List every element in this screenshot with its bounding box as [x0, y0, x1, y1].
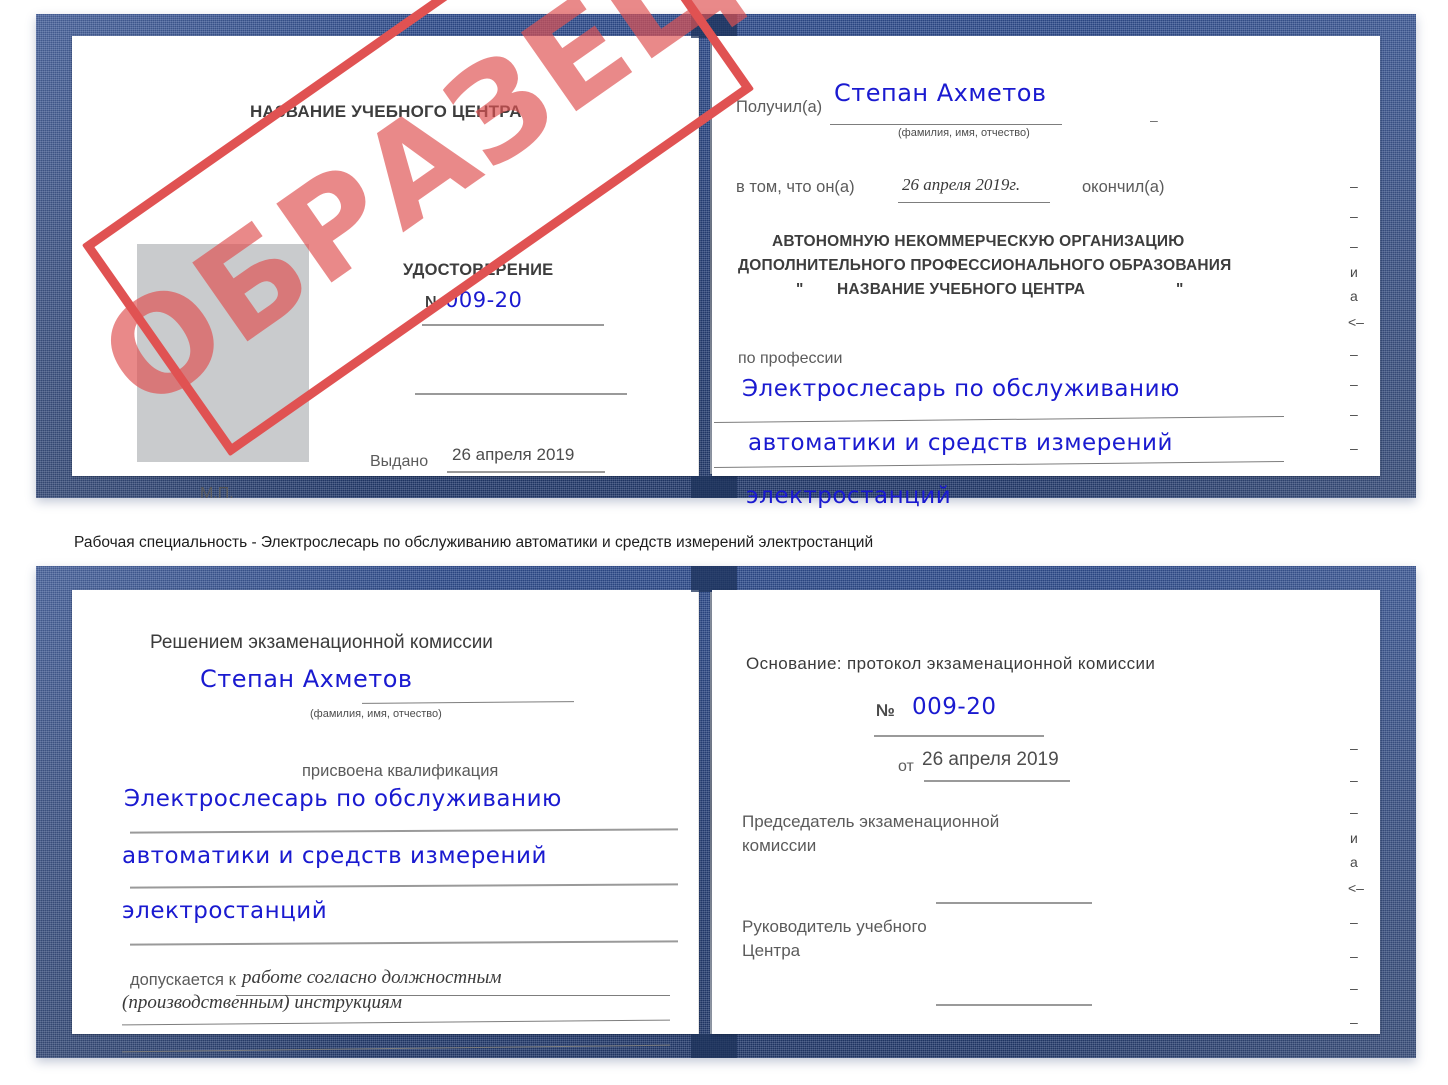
profession-line-2: автоматики и средств измерений: [748, 430, 1173, 456]
edge-mark: –: [1350, 440, 1358, 456]
chairman-line-1: Председатель экзаменационной: [742, 812, 1000, 831]
edge-mark: –: [1350, 804, 1358, 820]
protocol-date-label: от: [898, 758, 914, 775]
fio-hint: (фамилия, имя, отчество): [898, 127, 1030, 139]
admitted-line-1: работе согласно должностным: [242, 967, 502, 988]
screenshot-root: НАЗВАНИЕ УЧЕБНОГО ЦЕНТРА УДОСТОВЕРЕНИЕ №…: [0, 0, 1448, 1085]
edge-mark: –: [1350, 406, 1358, 422]
qualification-line-1: Электрослесарь по обслуживанию: [124, 786, 562, 812]
edge-mark: <–: [1348, 314, 1364, 330]
qualification-line-3: электростанций: [122, 898, 328, 924]
admitted-label: допускается к: [130, 971, 236, 989]
edge-mark: –: [1350, 740, 1358, 756]
seal-place-label: М.П.: [200, 485, 234, 502]
edge-mark: –: [1350, 772, 1358, 788]
received-label: Получил(а): [736, 98, 823, 116]
protocol-date-value: 26 апреля 2019: [922, 749, 1059, 770]
protocol-number-rule: [874, 735, 1044, 737]
bottom-right-page: Основание: протокол экзаменационной коми…: [712, 590, 1380, 1034]
bottom-edge-bleed-marks: – – – и а <– – – – –: [1346, 726, 1390, 1046]
profession-line-1: Электрослесарь по обслуживанию: [742, 376, 1180, 402]
top-edge-bleed-marks: – – – и а <– – – – –: [1346, 164, 1390, 474]
completion-date-rule: [898, 202, 1050, 203]
basis-label: Основание: протокол экзаменационной коми…: [746, 654, 1156, 673]
protocol-date-rule: [924, 780, 1070, 782]
protocol-number-value: 009-20: [912, 694, 997, 720]
edge-mark: а: [1350, 288, 1358, 304]
graduate-name-value: Степан Ахметов: [200, 665, 413, 693]
bottom-spine-notch: [691, 566, 737, 592]
org-name: НАЗВАНИЕ УЧЕБНОГО ЦЕНТРА: [837, 281, 1086, 298]
edge-mark: –: [1350, 238, 1358, 254]
admitted-rule-2: [122, 1019, 670, 1026]
edge-mark: и: [1350, 830, 1358, 846]
received-name-rule: [830, 124, 1062, 125]
issued-date-rule: [447, 471, 605, 473]
edge-mark: –: [1350, 208, 1358, 224]
profession-rule-1: [714, 416, 1284, 423]
head-signature-rule: [936, 1004, 1092, 1006]
profession-line-3: электростанций: [746, 483, 952, 509]
bottom-left-page: Решением экзаменационной комиссии Степан…: [72, 590, 699, 1053]
qualification-rule-3: [129, 940, 679, 946]
edge-mark: и: [1350, 264, 1358, 280]
issued-label: Выдано: [370, 453, 429, 470]
chairman-line-2: комиссии: [742, 836, 817, 855]
admitted-line-2: (производственным) инструкциям: [122, 992, 402, 1013]
bottom-spine-notch-bottom: [691, 1034, 737, 1058]
fio-hint-bottom: (фамилия, имя, отчество): [310, 708, 442, 720]
qualification-line-2: автоматики и средств измерений: [122, 843, 547, 869]
edge-mark: –: [1350, 376, 1358, 392]
completion-date-value: 26 апреля 2019г.: [902, 175, 1021, 194]
qualification-rule-1: [129, 828, 679, 834]
edge-mark: –: [1350, 914, 1358, 930]
org-line-1: АВТОНОМНУЮ НЕКОММЕРЧЕСКУЮ ОРГАНИЗАЦИЮ: [772, 233, 1185, 250]
blank-rule-middle: [415, 393, 627, 395]
edge-mark: <–: [1348, 880, 1364, 896]
image-caption: Рабочая специальность - Электрослесарь п…: [74, 534, 874, 551]
org-quote-open: ": [796, 281, 804, 298]
edge-mark: –: [1350, 980, 1358, 996]
org-quote-close: ": [1176, 281, 1184, 298]
top-spine-notch-bottom: [691, 476, 737, 498]
commission-decision-header: Решением экзаменационной комиссии: [150, 632, 493, 653]
edge-mark: –: [1350, 178, 1358, 194]
certificate-number-rule: [422, 324, 604, 326]
received-name-value: Степан Ахметов: [834, 79, 1047, 107]
graduate-name-rule: [361, 701, 575, 704]
qualification-label: присвоена квалификация: [302, 762, 499, 780]
top-right-page: Получил(а) Степан Ахметов (фамилия, имя,…: [712, 36, 1380, 509]
head-line-1: Руководитель учебного: [742, 917, 927, 936]
issued-date-value: 26 апреля 2019: [452, 445, 575, 464]
org-line-2: ДОПОЛНИТЕЛЬНОГО ПРОФЕССИОНАЛЬНОГО ОБРАЗО…: [738, 257, 1232, 274]
profession-rule-2: [714, 461, 1284, 468]
edge-mark: –: [1350, 1014, 1358, 1030]
edge-mark: а: [1350, 854, 1358, 870]
certificate-bottom: Решением экзаменационной комиссии Степан…: [36, 566, 1416, 1058]
that-he-label: в том, что он(а): [736, 178, 855, 196]
chairman-signature-rule: [936, 902, 1092, 904]
qualification-rule-2: [129, 883, 679, 889]
finished-label: окончил(а): [1082, 178, 1165, 196]
profession-label: по профессии: [738, 350, 843, 367]
edge-mark: –: [1350, 948, 1358, 964]
head-line-2: Центра: [742, 941, 801, 960]
edge-mark: –: [1350, 346, 1358, 362]
protocol-number-label: №: [876, 701, 895, 720]
name-dash-mark: –: [1150, 112, 1158, 128]
